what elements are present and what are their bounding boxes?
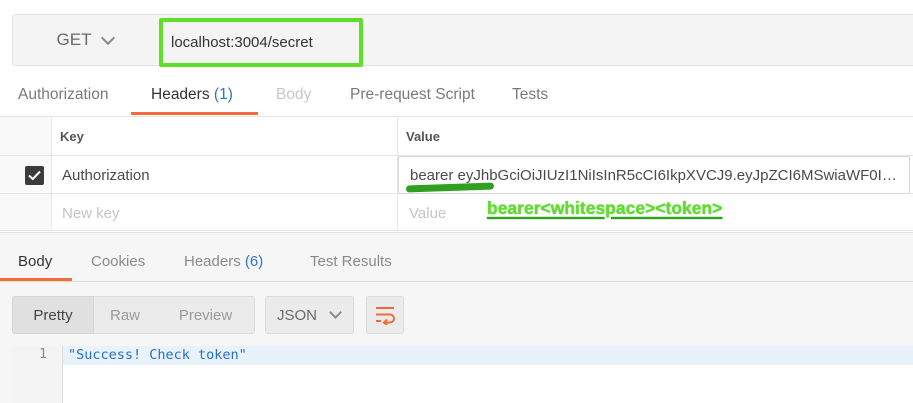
url-input[interactable]: localhost:3004/secret xyxy=(159,18,363,67)
tab-label: Authorization xyxy=(18,86,109,103)
header-key-cell[interactable]: Authorization xyxy=(62,156,392,194)
format-select[interactable]: JSON xyxy=(265,296,354,334)
new-value-input[interactable]: Value xyxy=(409,194,489,232)
response-code[interactable]: "Success! Check token" xyxy=(68,347,247,363)
format-label: JSON xyxy=(277,306,318,324)
divider xyxy=(0,281,913,282)
tab-label: Tests xyxy=(512,86,549,103)
check-icon xyxy=(28,170,41,181)
chevron-down-icon xyxy=(329,306,342,319)
annotation-text: bearer<whitespace><token> xyxy=(487,198,723,218)
tab-label: Pre-request Script xyxy=(350,86,475,103)
view-preview-button[interactable]: Preview xyxy=(156,296,255,334)
view-pretty-button[interactable]: Pretty xyxy=(12,296,94,334)
column-header-value: Value xyxy=(406,128,440,144)
tab-label: Cookies xyxy=(91,253,146,270)
method-select[interactable]: GET xyxy=(12,14,158,66)
tab-label: Headers xyxy=(184,253,241,270)
tab-pre-request-script[interactable]: Pre-request Script xyxy=(350,86,475,112)
response-tab-headers[interactable]: Headers (6) xyxy=(184,253,263,277)
tab-label: Body xyxy=(276,86,312,103)
wrap-lines-icon xyxy=(376,307,395,325)
view-raw-button[interactable]: Raw xyxy=(94,296,156,334)
header-enabled-checkbox[interactable] xyxy=(25,166,44,185)
column-header-key: Key xyxy=(60,128,84,144)
new-key-input[interactable]: New key xyxy=(62,194,392,232)
tab-tests[interactable]: Tests xyxy=(512,86,548,112)
method-label: GET xyxy=(56,30,92,49)
tab-authorization[interactable]: Authorization xyxy=(18,86,108,112)
tab-body[interactable]: Body xyxy=(276,86,311,112)
chevron-down-icon xyxy=(101,30,116,45)
tab-label: Headers xyxy=(151,86,210,103)
divider xyxy=(0,116,913,117)
response-tab-test-results[interactable]: Test Results xyxy=(310,253,392,277)
tab-headers[interactable]: Headers (1) xyxy=(151,86,233,112)
tab-count: (6) xyxy=(244,253,264,270)
tab-count: (1) xyxy=(213,86,233,103)
tab-label: Test Results xyxy=(310,253,392,270)
wrap-lines-button[interactable] xyxy=(366,296,404,334)
header-value-text: bearer eyJhbGciOiJIUzI1NiIsInR5cCI6IkpXV… xyxy=(410,166,898,184)
response-tab-body[interactable]: Body xyxy=(18,253,52,277)
tab-label: Body xyxy=(18,253,53,270)
response-tab-cookies[interactable]: Cookies xyxy=(91,253,145,277)
line-number: 1 xyxy=(39,347,47,362)
active-tab-indicator xyxy=(131,112,258,115)
url-text: localhost:3004/secret xyxy=(171,34,313,51)
